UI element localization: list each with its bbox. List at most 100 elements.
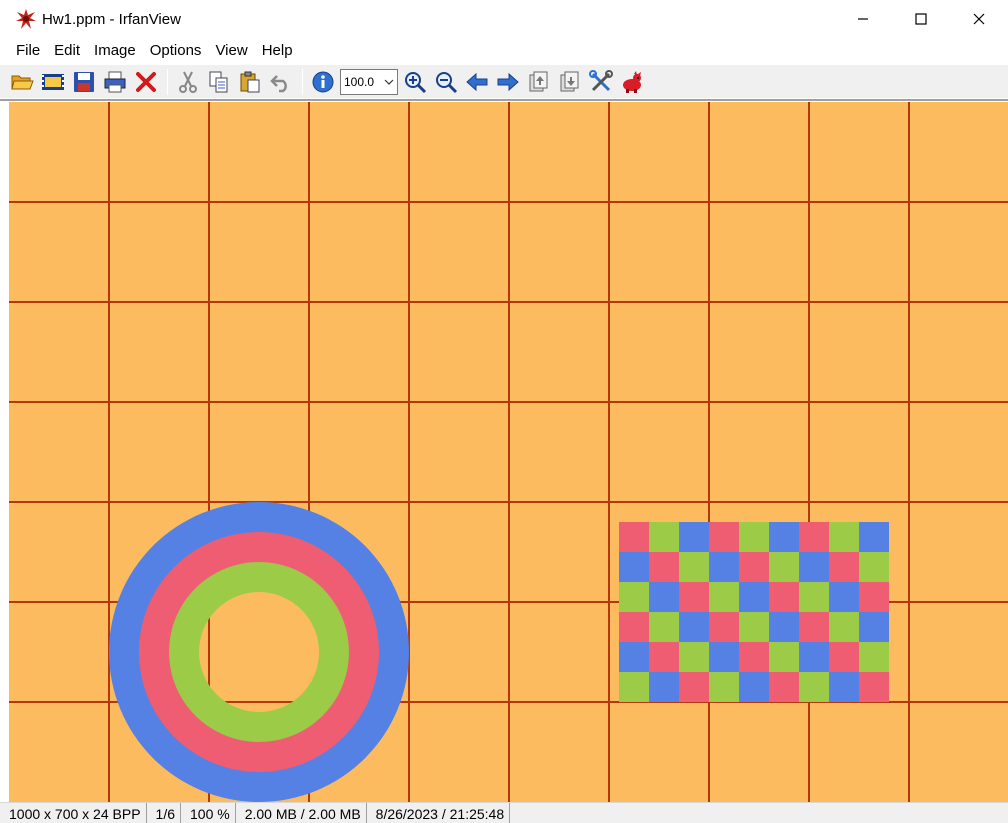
checker-cell [739, 612, 769, 642]
zoom-out-button[interactable] [432, 68, 460, 96]
previous-arrow-icon [466, 72, 488, 91]
checker-cell [649, 612, 679, 642]
checker-cell [859, 552, 889, 582]
checker-cell [709, 552, 739, 582]
status-dimensions: 1000 x 700 x 24 BPP [0, 803, 147, 823]
maximize-icon [915, 13, 927, 25]
window-title: Hw1.ppm - IrfanView [42, 10, 181, 28]
checker-cell [649, 582, 679, 612]
save-button[interactable] [70, 68, 98, 96]
status-bar: 1000 x 700 x 24 BPP 1/6 100 % 2.00 MB / … [0, 802, 1008, 823]
title-bar: Hw1.ppm - IrfanView [0, 0, 1008, 38]
irfanview-app-icon[interactable] [15, 8, 37, 30]
copy-icon [209, 71, 228, 92]
checker-cell [619, 672, 649, 702]
checker-cell [739, 642, 769, 672]
info-icon [312, 71, 334, 92]
chevron-down-icon [381, 70, 397, 94]
checker-cell [619, 582, 649, 612]
save-icon [74, 71, 94, 92]
menu-help[interactable]: Help [255, 38, 300, 64]
next-arrow-icon [497, 72, 519, 91]
zoom-select-value: 100.0 [344, 74, 375, 89]
about-button[interactable] [618, 68, 646, 96]
checker-cell [649, 642, 679, 672]
previous-image-button[interactable] [463, 68, 491, 96]
image-viewport[interactable] [0, 99, 1008, 802]
menu-view[interactable]: View [208, 38, 254, 64]
menu-image[interactable]: Image [87, 38, 143, 64]
checker-cell [769, 642, 799, 672]
toolbar-separator [302, 68, 303, 95]
checker-cell [739, 672, 769, 702]
last-page-button[interactable] [556, 68, 584, 96]
checker-cell [799, 522, 829, 552]
print-button[interactable] [101, 68, 129, 96]
next-image-button[interactable] [494, 68, 522, 96]
cut-icon [179, 71, 197, 93]
checker-cell [769, 582, 799, 612]
delete-button[interactable] [132, 68, 160, 96]
checker-cell [799, 582, 829, 612]
paste-button[interactable] [236, 68, 264, 96]
menu-options[interactable]: Options [143, 38, 209, 64]
menu-file[interactable]: File [9, 38, 47, 64]
properties-button[interactable] [587, 68, 615, 96]
close-button[interactable] [950, 0, 1008, 38]
checker-cell [619, 612, 649, 642]
undo-button[interactable] [267, 68, 295, 96]
checker-cell [859, 522, 889, 552]
info-button[interactable] [309, 68, 337, 96]
maximize-button[interactable] [892, 0, 950, 38]
checker-cell [859, 642, 889, 672]
checker-cell [709, 642, 739, 672]
menu-edit[interactable]: Edit [47, 38, 87, 64]
checker-cell [739, 552, 769, 582]
ring-hole [199, 592, 319, 712]
checker-cell [649, 552, 679, 582]
cut-button[interactable] [174, 68, 202, 96]
slideshow-button[interactable] [39, 68, 67, 96]
checker-cell [829, 612, 859, 642]
first-page-icon [529, 71, 548, 91]
checker-cell [859, 582, 889, 612]
checker-cell [799, 642, 829, 672]
checker-cell [799, 552, 829, 582]
checker-cell [679, 612, 709, 642]
open-folder-icon [11, 75, 34, 89]
checker-cell [679, 552, 709, 582]
checker-cell [829, 582, 859, 612]
checker-cell [679, 522, 709, 552]
toolbar: 100.0 [0, 64, 1008, 98]
copy-button[interactable] [205, 68, 233, 96]
checker-cell [739, 582, 769, 612]
checker-cell [709, 522, 739, 552]
open-button[interactable] [8, 68, 36, 96]
checker-cell [799, 612, 829, 642]
irfanview-logo-icon [623, 70, 641, 93]
checker-cell [769, 612, 799, 642]
checker-cell [859, 672, 889, 702]
properties-icon [589, 69, 613, 91]
menu-bar: File Edit Image Options View Help [0, 38, 1008, 64]
zoom-in-button[interactable] [401, 68, 429, 96]
checker-cell [829, 552, 859, 582]
close-icon [973, 13, 985, 25]
checker-cell [679, 672, 709, 702]
delete-icon [136, 71, 156, 92]
checker-cell [769, 672, 799, 702]
status-datetime: 8/26/2023 / 21:25:48 [367, 803, 511, 823]
checker-cell [829, 672, 859, 702]
zoom-select[interactable]: 100.0 [340, 68, 398, 95]
checker-cell [799, 672, 829, 702]
checker-cell [619, 522, 649, 552]
status-file-size: 2.00 MB / 2.00 MB [236, 803, 367, 823]
checkerboard [619, 522, 889, 702]
minimize-button[interactable] [834, 0, 892, 38]
checker-cell [769, 552, 799, 582]
first-page-button[interactable] [525, 68, 553, 96]
checker-cell [769, 522, 799, 552]
checker-cell [829, 522, 859, 552]
checker-cell [649, 522, 679, 552]
checker-cell [709, 672, 739, 702]
